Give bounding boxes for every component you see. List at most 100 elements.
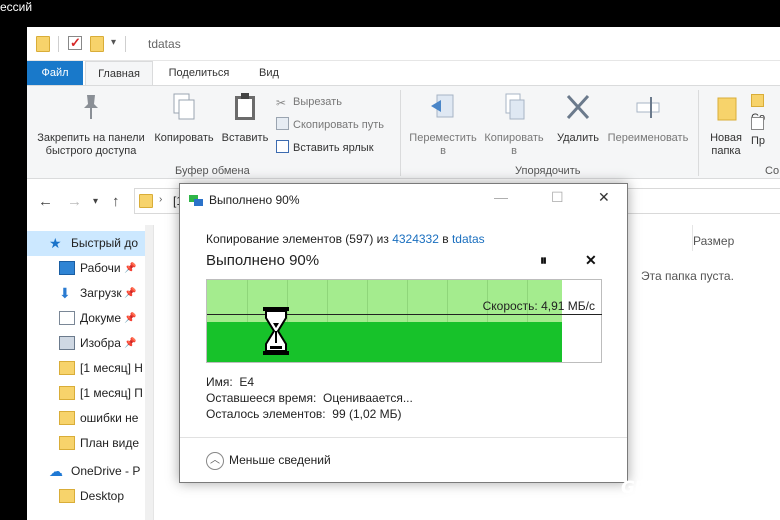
percent-complete: Выполнено 90%: [206, 252, 320, 269]
name-label: Имя:: [206, 375, 233, 389]
sidebar-item-label: Докуме: [80, 311, 122, 325]
dialog-title: Выполнено 90%: [209, 193, 300, 207]
new-folder-button[interactable]: Новая папка: [703, 92, 749, 158]
maximize-button[interactable]: ☐: [551, 189, 564, 206]
divider: [125, 36, 126, 52]
up-arrow-icon[interactable]: ↑: [112, 193, 120, 210]
sidebar-item[interactable]: ошибки не: [27, 406, 153, 431]
delete-button[interactable]: Удалить: [553, 92, 603, 145]
cancel-button[interactable]: ✕: [585, 252, 597, 269]
easy-access-button[interactable]: Пр: [751, 117, 780, 147]
sidebar-item[interactable]: ☁ OneDrive - P: [27, 459, 153, 484]
sidebar-item-label: ошибки не: [80, 411, 139, 425]
items-remaining-value: 99 (1,02 МБ): [332, 407, 402, 421]
copy-icon: [173, 93, 195, 120]
tab-file[interactable]: Файл: [27, 61, 83, 85]
sidebar-item[interactable]: [1 месяц] П: [27, 381, 153, 406]
sidebar-item-label: Быстрый до: [71, 236, 139, 250]
group-divider: [698, 90, 699, 176]
paste-shortcut-label: Вставить ярлык: [293, 142, 374, 154]
move-to-button[interactable]: Переместить в: [407, 92, 479, 158]
time-remaining-value: Оцениваается...: [323, 391, 413, 405]
sidebar-item-label: OneDrive - P: [71, 464, 141, 478]
pin-quick-access-button[interactable]: Закрепить на панели быстрого доступа: [31, 92, 151, 158]
sidebar-item[interactable]: ★ Быстрый до: [27, 231, 153, 256]
copy-path-button[interactable]: Скопировать путь: [276, 117, 384, 133]
breadcrumb-chevron-icon: ›: [159, 194, 163, 205]
pictures-icon: [59, 336, 75, 350]
new-folder-label-line2: папка: [711, 145, 741, 157]
paste-button[interactable]: Вставить: [219, 92, 271, 145]
sidebar-item[interactable]: Рабочи 📌: [27, 256, 153, 281]
ribbon-tabs: Файл Главная Поделиться Вид: [27, 61, 780, 85]
organize-group-label: Упорядочить: [515, 165, 581, 177]
pin-icon: 📌: [124, 263, 137, 274]
pin-icon: 📌: [124, 338, 137, 349]
scissors-icon: ✂: [276, 96, 287, 110]
copy-to-label-line2: в: [511, 145, 517, 157]
chevron-down-icon[interactable]: ▾: [111, 37, 116, 48]
sidebar-item-label: План виде: [80, 436, 140, 450]
copy-path-label: Скопировать путь: [293, 119, 384, 131]
sidebar-item[interactable]: ⬇ Загрузк 📌: [27, 281, 153, 306]
paste-icon: [235, 93, 255, 120]
cloud-icon: ☁: [49, 463, 63, 479]
empty-folder-message: Эта папка пуста.: [641, 269, 734, 283]
name-value: E4: [239, 375, 255, 389]
window-title: tdatas: [148, 37, 181, 51]
star-icon: ★: [49, 235, 62, 251]
source-link[interactable]: 4324332: [392, 232, 439, 246]
column-header-size[interactable]: Размер: [693, 234, 734, 248]
back-arrow-icon[interactable]: ←: [38, 193, 53, 210]
tab-home[interactable]: Главная: [85, 61, 153, 85]
recent-locations-chevron-icon[interactable]: ▾: [93, 196, 98, 207]
cut-button[interactable]: ✂ Вырезать: [276, 94, 342, 110]
sidebar-item[interactable]: План виде: [27, 431, 153, 456]
new-item-button[interactable]: Со: [751, 94, 780, 124]
forward-arrow-icon[interactable]: →: [67, 193, 82, 210]
desktop-icon: [59, 261, 75, 275]
tab-share[interactable]: Поделиться: [161, 61, 237, 85]
minimize-button[interactable]: —: [494, 189, 508, 205]
delete-label: Удалить: [557, 132, 599, 144]
easy-access-icon: [751, 117, 764, 130]
time-remaining-row: Оставшееся время: Оцениваается...: [206, 391, 413, 405]
sidebar-item[interactable]: Докуме 📌: [27, 306, 153, 331]
move-to-icon: [431, 94, 454, 118]
copy-mid: в: [438, 232, 452, 246]
download-icon: ⬇: [59, 285, 71, 301]
rename-label: Переименовать: [607, 132, 689, 144]
properties-icon[interactable]: [68, 35, 82, 51]
tab-view[interactable]: Вид: [249, 61, 289, 85]
folder-icon: [59, 411, 75, 425]
documents-icon: [59, 311, 75, 325]
sidebar-item-label: Загрузк: [80, 286, 122, 300]
new-folder-icon[interactable]: [90, 36, 104, 52]
paste-shortcut-button[interactable]: Вставить ярлык: [276, 140, 374, 156]
copy-to-button[interactable]: Копировать в: [479, 92, 549, 158]
copy-description: Копирование элементов (597) из 4324332 в…: [206, 232, 485, 246]
destination-link[interactable]: tdatas: [452, 232, 485, 246]
divider: [58, 36, 59, 52]
background-window-strip: ессий: [0, 0, 780, 27]
copy-label: Копировать: [154, 132, 214, 144]
copy-button[interactable]: Копировать: [151, 92, 217, 145]
sidebar-item[interactable]: Изобра 📌: [27, 331, 153, 356]
folder-icon[interactable]: [36, 36, 50, 52]
sidebar-scrollbar[interactable]: [145, 225, 153, 520]
less-details-button[interactable]: ︿ Меньше сведений: [206, 452, 331, 470]
pin-label-line2: быстрого доступа: [45, 145, 137, 157]
background-window-text: ессий: [0, 0, 33, 14]
sidebar-item[interactable]: Desktop: [27, 484, 153, 509]
copy-dialog-icon: [189, 195, 203, 206]
pin-label-line1: Закрепить на панели: [37, 132, 145, 144]
cut-label: Вырезать: [293, 96, 342, 108]
rename-button[interactable]: Переименовать: [603, 92, 693, 145]
close-button[interactable]: ✕: [598, 189, 610, 206]
new-folder-icon: [717, 97, 737, 121]
sidebar-item[interactable]: [1 месяц] Н: [27, 356, 153, 381]
less-details-label: Меньше сведений: [229, 453, 331, 468]
copy-to-icon: [505, 93, 525, 120]
folder-icon: [139, 194, 153, 208]
pause-button[interactable]: ⏸: [540, 252, 547, 269]
